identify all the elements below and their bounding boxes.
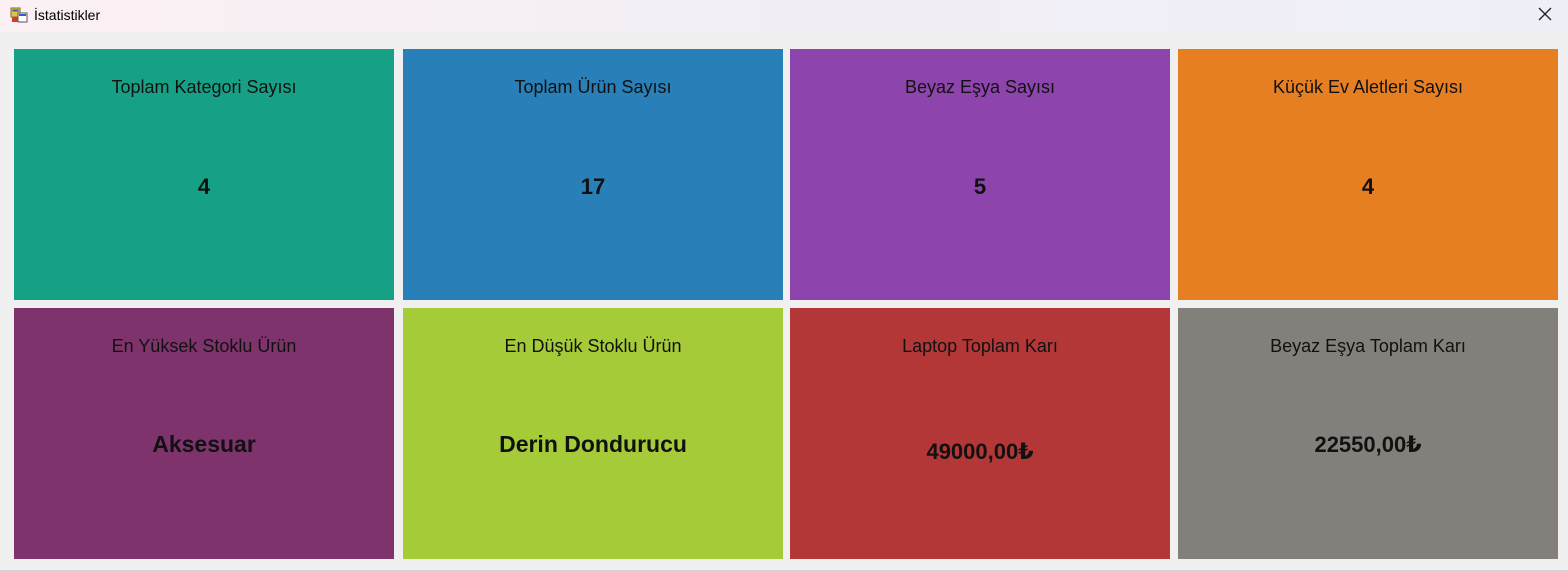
statistics-window: İstatistikler Toplam Kategori Sayısı 4 T… <box>0 0 1568 571</box>
tile-label: Toplam Kategori Sayısı <box>111 77 297 97</box>
tile-white-goods-total-profit: Beyaz Eşya Toplam Karı 22550,00₺ <box>1178 308 1558 559</box>
tile-value: 4 <box>197 174 211 199</box>
tile-label: Laptop Toplam Karı <box>902 336 1058 356</box>
tile-value: 49000,00₺ <box>926 439 1034 464</box>
tile-highest-stock-product: En Yüksek Stoklu Ürün Aksesuar <box>14 308 394 559</box>
tile-value: 17 <box>580 174 606 199</box>
title-bar[interactable]: İstatistikler <box>0 0 1568 32</box>
window-title: İstatistikler <box>34 7 101 23</box>
close-button[interactable] <box>1522 0 1568 32</box>
tile-white-goods-count: Beyaz Eşya Sayısı 5 <box>790 49 1170 300</box>
tile-small-appliances-count: Küçük Ev Aletleri Sayısı 4 <box>1178 49 1558 300</box>
tile-value: 22550,00₺ <box>1314 432 1422 457</box>
tile-label: Küçük Ev Aletleri Sayısı <box>1272 77 1464 97</box>
tile-label: Beyaz Eşya Sayısı <box>904 77 1056 97</box>
close-icon <box>1538 7 1552 26</box>
tile-laptop-total-profit: Laptop Toplam Karı 49000,00₺ <box>790 308 1170 559</box>
tile-label: En Düşük Stoklu Ürün <box>504 336 682 356</box>
tile-value: Aksesuar <box>152 431 256 457</box>
tile-value: 4 <box>1361 174 1375 199</box>
tile-label: Beyaz Eşya Toplam Karı <box>1270 336 1466 356</box>
tile-total-categories: Toplam Kategori Sayısı 4 <box>14 49 394 300</box>
tile-value: Derin Dondurucu <box>499 431 687 457</box>
tile-value: 5 <box>973 174 987 199</box>
tile-label: En Yüksek Stoklu Ürün <box>111 336 297 356</box>
form-icon <box>10 6 28 24</box>
stats-grid: Toplam Kategori Sayısı 4 Toplam Ürün Say… <box>14 49 1558 559</box>
tile-lowest-stock-product: En Düşük Stoklu Ürün Derin Dondurucu <box>403 308 783 559</box>
tile-total-products: Toplam Ürün Sayısı 17 <box>403 49 783 300</box>
tile-label: Toplam Ürün Sayısı <box>514 77 672 97</box>
